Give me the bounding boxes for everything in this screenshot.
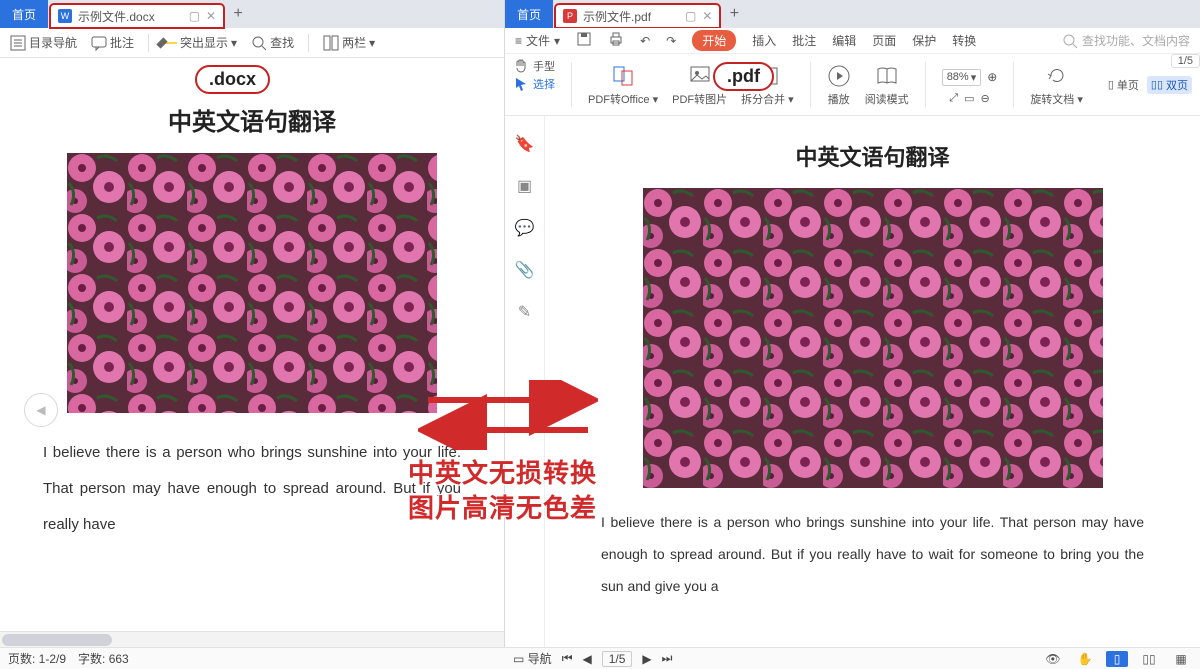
signature-icon[interactable]: ✎ bbox=[518, 302, 531, 322]
status-eye-icon[interactable]: 👁 bbox=[1042, 651, 1064, 667]
statusbar-left: 页数: 1-2/9 字数: 663 bbox=[0, 647, 505, 669]
page-first-icon[interactable]: ⏮ bbox=[562, 651, 573, 666]
chevron-down-icon: ▾ bbox=[231, 36, 237, 50]
menu-annotate[interactable]: 批注 bbox=[792, 32, 816, 49]
highlight-button[interactable]: 突出显示 ▾ bbox=[163, 34, 237, 51]
zoom-in-icon[interactable]: ⊕ bbox=[987, 70, 997, 84]
single-page-view[interactable]: ▯ 单页 bbox=[1108, 77, 1139, 93]
tab-add-right[interactable]: + bbox=[722, 5, 746, 23]
save-icon[interactable] bbox=[576, 31, 592, 50]
select-tool[interactable]: 选择 bbox=[513, 76, 555, 92]
zoom-controls: 88% ▾ ⊕ ⤢ ▭ ⊖ bbox=[942, 58, 998, 111]
tab-home-left[interactable]: 首页 bbox=[0, 0, 48, 28]
redo-icon[interactable]: ↷ bbox=[666, 34, 676, 48]
status-page-mode-icon[interactable]: ▯ bbox=[1106, 651, 1128, 667]
play-button[interactable]: 播放 bbox=[827, 58, 851, 111]
outline-nav-button[interactable]: 目录导航 bbox=[10, 34, 77, 51]
statusbar-right: ▭ 导航 ⏮ ◀ 1/5 ▶ ⏭ 👁 ✋ ▯ ▯▯ ▦ bbox=[505, 647, 1200, 669]
zoom-select[interactable]: 88% ▾ bbox=[942, 69, 982, 86]
menu-edit[interactable]: 编辑 bbox=[832, 32, 856, 49]
tab-filename-left: 示例文件.docx bbox=[78, 8, 155, 25]
tab-home-right[interactable]: 首页 bbox=[505, 0, 553, 28]
status-nav[interactable]: ▭ 导航 bbox=[513, 650, 552, 667]
doc-image-right bbox=[643, 188, 1103, 488]
doc-title-left: 中英文语句翻译 bbox=[37, 102, 467, 137]
tab-close-right[interactable]: ✕ bbox=[702, 9, 712, 23]
menu-convert[interactable]: 转换 bbox=[952, 32, 976, 49]
undo-icon[interactable]: ↶ bbox=[640, 34, 650, 48]
doc-title-right: 中英文语句翻译 bbox=[595, 140, 1150, 172]
doc-body-left: I believe there is a person who brings s… bbox=[37, 435, 467, 543]
menu-start[interactable]: 开始 bbox=[692, 30, 736, 51]
status-words: 字数: 663 bbox=[78, 650, 129, 667]
menu-page[interactable]: 页面 bbox=[872, 32, 896, 49]
double-page-view[interactable]: ▯▯ 双页 bbox=[1147, 76, 1192, 94]
toolbar-left: 目录导航 批注 突出显示 ▾ 查找 两栏 ▾ bbox=[0, 28, 504, 58]
tab-filename-right: 示例文件.pdf bbox=[583, 8, 651, 25]
two-column-button[interactable]: 两栏 ▾ bbox=[323, 34, 375, 51]
word-file-icon: W bbox=[58, 9, 72, 23]
nav-prev-circle[interactable]: ◀ bbox=[24, 393, 58, 427]
hand-tool[interactable]: 手型 bbox=[513, 58, 555, 74]
page-indicator: 1/5 bbox=[1171, 54, 1200, 68]
page-next-icon[interactable]: ▶ bbox=[642, 652, 651, 666]
pdf-to-office-button[interactable]: PDF转Office ▾ bbox=[588, 58, 658, 111]
page-prev-icon[interactable]: ◀ bbox=[583, 652, 592, 666]
comment-button[interactable]: 批注 bbox=[91, 34, 134, 51]
pdf-side-strip: 🔖 ▣ 💬 📎 ✎ bbox=[505, 116, 545, 647]
play-icon bbox=[827, 64, 851, 88]
bookmark-icon[interactable]: 🔖 bbox=[515, 134, 535, 154]
tab-present-icon[interactable]: ▢ bbox=[189, 9, 200, 23]
search-icon bbox=[1062, 33, 1078, 49]
docx-badge-annotation: .docx bbox=[195, 65, 270, 94]
status-hand-icon[interactable]: ✋ bbox=[1074, 651, 1096, 667]
hand-icon bbox=[513, 58, 529, 74]
status-pages: 页数: 1-2/9 bbox=[8, 650, 66, 667]
rotate-doc-button[interactable]: 旋转文档 ▾ bbox=[1030, 58, 1083, 111]
hscrollbar-left[interactable] bbox=[0, 631, 504, 647]
find-button[interactable]: 查找 bbox=[251, 34, 294, 51]
outline-icon bbox=[10, 35, 26, 51]
fit-width-icon[interactable]: ⤢ bbox=[949, 92, 958, 105]
status-spread-mode-icon[interactable]: ▯▯ bbox=[1138, 651, 1160, 667]
tab-present-icon[interactable]: ▢ bbox=[685, 9, 696, 23]
comment-panel-icon[interactable]: 💬 bbox=[515, 218, 535, 238]
highlight-icon bbox=[163, 42, 177, 44]
menu-protect[interactable]: 保护 bbox=[912, 32, 936, 49]
status-grid-mode-icon[interactable]: ▦ bbox=[1170, 651, 1192, 667]
tab-file-docx[interactable]: W 示例文件.docx ▢ ✕ bbox=[50, 4, 224, 28]
image-panel-icon[interactable]: ▣ bbox=[517, 176, 532, 196]
pdf-badge-annotation: .pdf bbox=[713, 62, 774, 91]
ribbon: 手型 选择 PDF转Office ▾ PDF转图片 拆分合并 ▾ 播放 bbox=[505, 54, 1200, 116]
book-icon bbox=[875, 64, 899, 88]
cursor-icon bbox=[513, 76, 529, 92]
tab-close-left[interactable]: ✕ bbox=[206, 9, 216, 23]
tabbar-left: 首页 W 示例文件.docx ▢ ✕ + bbox=[0, 0, 504, 28]
tab-file-pdf[interactable]: P 示例文件.pdf ▢ ✕ bbox=[555, 4, 720, 28]
status-page-input[interactable]: 1/5 bbox=[602, 651, 633, 667]
attachment-icon[interactable]: 📎 bbox=[515, 260, 535, 280]
pdf2img-icon bbox=[688, 64, 712, 88]
doc-body-right: I believe there is a person who brings s… bbox=[595, 506, 1150, 603]
chevron-down-icon: ▾ bbox=[369, 36, 375, 50]
rotate-icon bbox=[1045, 64, 1069, 88]
menu-insert[interactable]: 插入 bbox=[752, 32, 776, 49]
menubar: ≡ 文件 ▾ ↶ ↷ 开始 插入 批注 编辑 页面 保护 转换 查找功能、文档内… bbox=[505, 28, 1200, 54]
pdf-file-icon: P bbox=[563, 9, 577, 23]
fit-page-icon[interactable]: ▭ bbox=[964, 92, 974, 105]
zoom-out-icon[interactable]: ⊖ bbox=[981, 92, 990, 105]
twocol-icon bbox=[323, 35, 339, 51]
pdf2office-icon bbox=[611, 64, 635, 88]
tab-add-left[interactable]: + bbox=[226, 5, 250, 23]
doc-image-left bbox=[67, 153, 437, 413]
tabbar-right: 首页 P 示例文件.pdf ▢ ✕ + bbox=[505, 0, 1200, 28]
file-menu[interactable]: ≡ 文件 ▾ bbox=[515, 32, 560, 49]
comment-icon bbox=[91, 35, 107, 51]
read-mode-button[interactable]: 阅读模式 bbox=[865, 58, 909, 111]
search-icon bbox=[251, 35, 267, 51]
page-last-icon[interactable]: ⏭ bbox=[662, 651, 673, 666]
print-icon[interactable] bbox=[608, 31, 624, 50]
menu-search[interactable]: 查找功能、文档内容 bbox=[1062, 32, 1190, 49]
